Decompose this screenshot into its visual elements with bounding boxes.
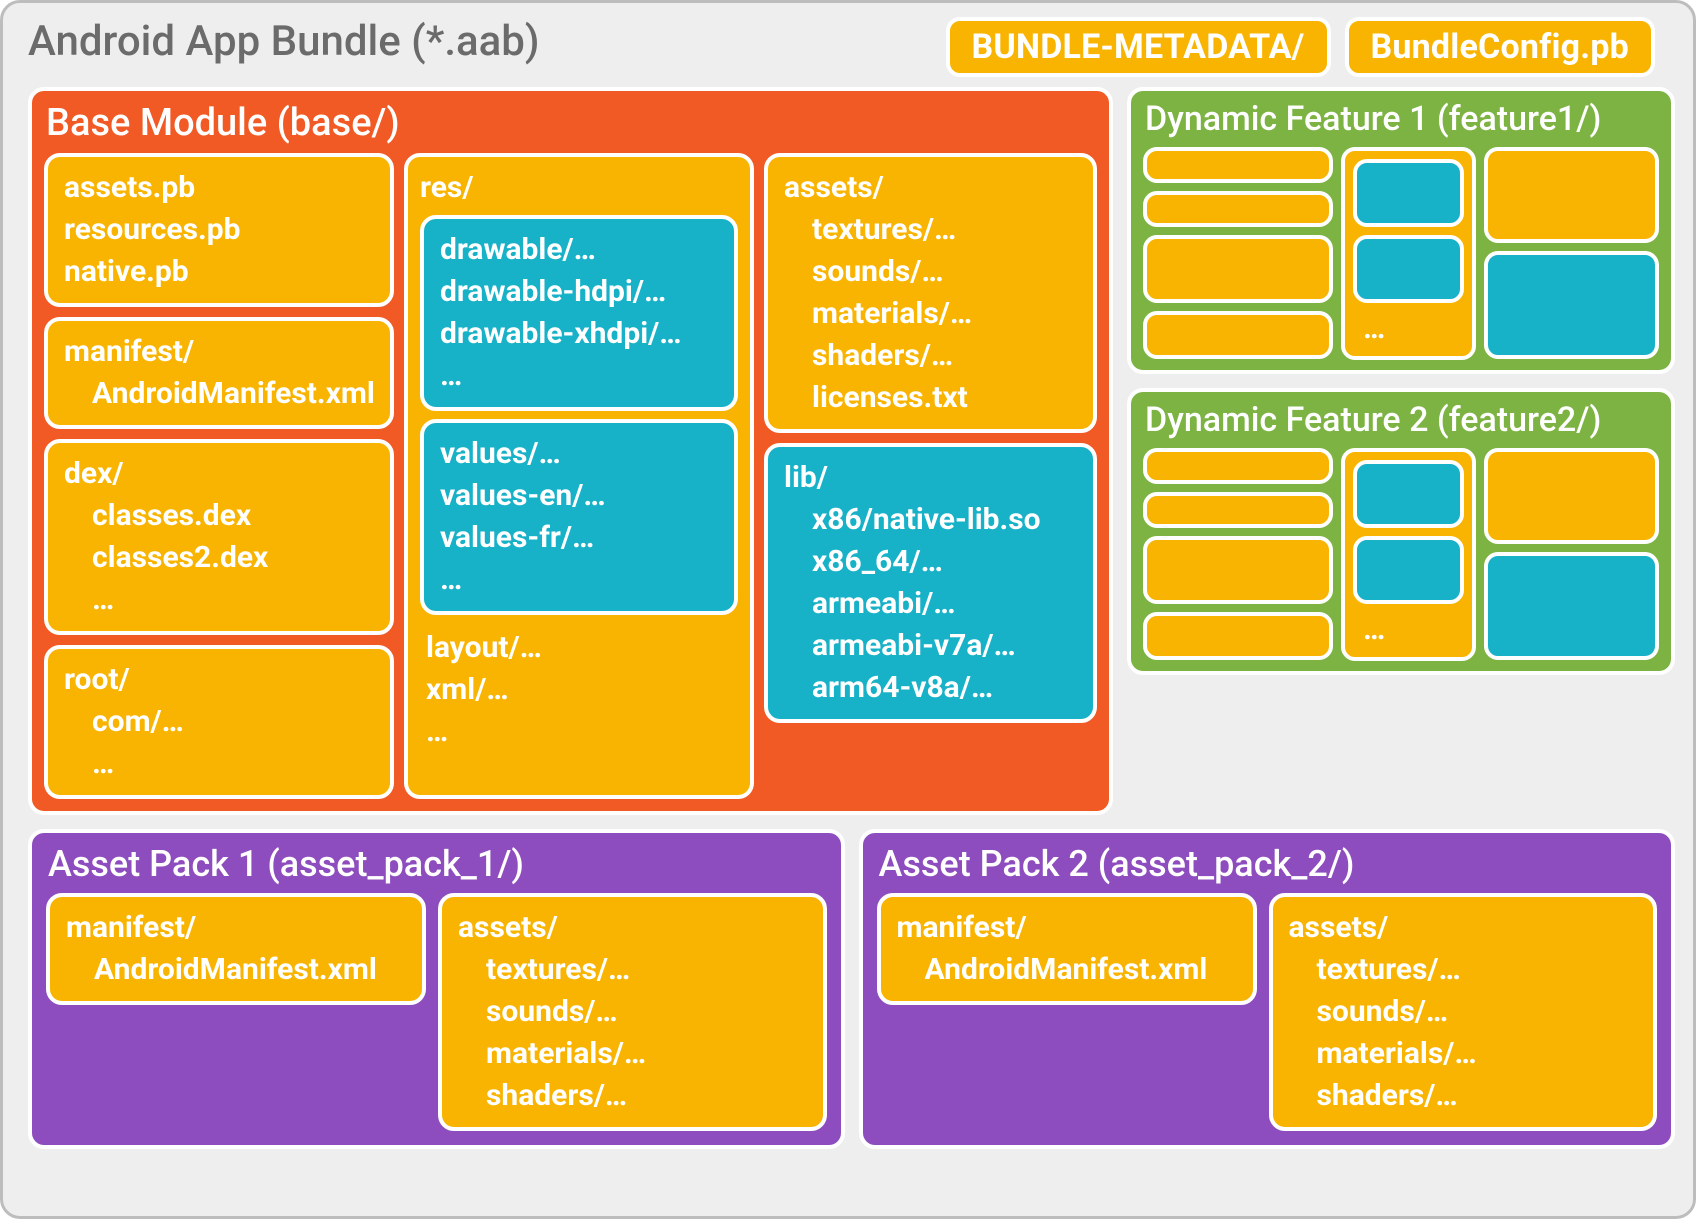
dex-files: classes.dex classes2.dex … (64, 495, 374, 621)
dyn1-res-container: … (1341, 147, 1476, 360)
ap1-assets-box: assets/ textures/… sounds/… materials/… … (438, 893, 827, 1131)
bundle-config-file: BundleConfig.pb (1345, 17, 1656, 77)
ap2-assets-box: assets/ textures/… sounds/… materials/… … (1269, 893, 1658, 1131)
dyn2-box (1484, 448, 1659, 544)
middle-row: Base Module (base/) assets.pb resources.… (28, 87, 1675, 815)
dyn1-ellipsis: … (1353, 311, 1464, 348)
ap1-assets-items: textures/… sounds/… materials/… shaders/… (458, 949, 807, 1117)
asset-packs-row: Asset Pack 1 (asset_pack_1/) manifest/ A… (28, 829, 1675, 1149)
asset-pack-1-panel: Asset Pack 1 (asset_pack_1/) manifest/ A… (28, 829, 845, 1149)
dyn2-box (1484, 552, 1659, 660)
assets-folder: assets/ (784, 167, 1077, 209)
manifest-box: manifest/ AndroidManifest.xml (44, 317, 394, 429)
bundle-metadata-folder: BUNDLE-METADATA/ (946, 17, 1331, 77)
root-box: root/ com/… … (44, 645, 394, 799)
base-module-title: Base Module (base/) (44, 101, 1097, 145)
dynamic-feature-2-title: Dynamic Feature 2 (feature2/) (1143, 400, 1659, 440)
dyn2-ellipsis: … (1353, 612, 1464, 649)
dyn1-inner-box (1353, 235, 1464, 303)
asset-pack-2-panel: Asset Pack 2 (asset_pack_2/) manifest/ A… (859, 829, 1676, 1149)
ap1-assets-folder: assets/ (458, 907, 807, 949)
lib-folder: lib/ (784, 457, 1077, 499)
dyn2-box (1143, 612, 1333, 660)
assets-items: textures/… sounds/… materials/… shaders/… (784, 209, 1077, 419)
ap1-manifest-file: AndroidManifest.xml (66, 949, 406, 991)
root-files: com/… … (64, 701, 374, 785)
ap2-manifest-box: manifest/ AndroidManifest.xml (877, 893, 1257, 1005)
base-col-1: assets.pb resources.pb native.pb manifes… (44, 153, 394, 799)
dex-box: dex/ classes.dex classes2.dex … (44, 439, 394, 635)
ap1-manifest-folder: manifest/ (66, 907, 406, 949)
asset-pack-2-title: Asset Pack 2 (asset_pack_2/) (877, 843, 1658, 885)
base-module-panel: Base Module (base/) assets.pb resources.… (28, 87, 1113, 815)
lib-items: x86/native-lib.so x86_64/… armeabi/… arm… (784, 499, 1077, 709)
root-folder: root/ (64, 659, 374, 701)
dyn2-box (1143, 492, 1333, 528)
assets-box: assets/ textures/… sounds/… materials/… … (764, 153, 1097, 433)
base-col-2: res/ drawable/… drawable-hdpi/… drawable… (404, 153, 754, 799)
res-box: res/ drawable/… drawable-hdpi/… drawable… (404, 153, 754, 799)
pb-files-box: assets.pb resources.pb native.pb (44, 153, 394, 307)
res-values-box: values/… values-en/… values-fr/… … (420, 419, 738, 615)
dyn1-box (1484, 147, 1659, 243)
base-col-3: assets/ textures/… sounds/… materials/… … (764, 153, 1097, 799)
dyn2-box (1143, 536, 1333, 604)
ap2-manifest-folder: manifest/ (897, 907, 1237, 949)
dyn2-box (1143, 448, 1333, 484)
dyn1-box (1484, 251, 1659, 359)
bundle-title: Android App Bundle (*.aab) (28, 17, 932, 66)
dyn1-box (1143, 235, 1333, 303)
dynamic-feature-1-title: Dynamic Feature 1 (feature1/) (1143, 99, 1659, 139)
dyn2-res-container: … (1341, 448, 1476, 661)
dynamic-feature-2-panel: Dynamic Feature 2 (feature2/) … (1127, 388, 1675, 675)
lib-box: lib/ x86/native-lib.so x86_64/… armeabi/… (764, 443, 1097, 723)
header-row: Android App Bundle (*.aab) BUNDLE-METADA… (28, 17, 1675, 77)
dyn1-box (1143, 191, 1333, 227)
ap2-assets-folder: assets/ (1289, 907, 1638, 949)
ap1-manifest-box: manifest/ AndroidManifest.xml (46, 893, 426, 1005)
manifest-file: AndroidManifest.xml (64, 373, 374, 415)
dyn1-box (1143, 311, 1333, 359)
ap2-manifest-file: AndroidManifest.xml (897, 949, 1237, 991)
res-folder: res/ (420, 167, 738, 209)
aab-bundle-container: Android App Bundle (*.aab) BUNDLE-METADA… (0, 0, 1696, 1219)
dynamic-feature-1-panel: Dynamic Feature 1 (feature1/) … (1127, 87, 1675, 374)
dyn1-inner-box (1353, 159, 1464, 227)
dynamic-features-column: Dynamic Feature 1 (feature1/) … (1127, 87, 1675, 815)
res-drawable-box: drawable/… drawable-hdpi/… drawable-xhdp… (420, 215, 738, 411)
dyn2-inner-box (1353, 536, 1464, 604)
ap2-assets-items: textures/… sounds/… materials/… shaders/… (1289, 949, 1638, 1117)
dyn1-box (1143, 147, 1333, 183)
asset-pack-1-title: Asset Pack 1 (asset_pack_1/) (46, 843, 827, 885)
manifest-folder: manifest/ (64, 331, 374, 373)
dex-folder: dex/ (64, 453, 374, 495)
res-extra-folders: layout/… xml/… … (420, 623, 738, 753)
dyn2-inner-box (1353, 460, 1464, 528)
